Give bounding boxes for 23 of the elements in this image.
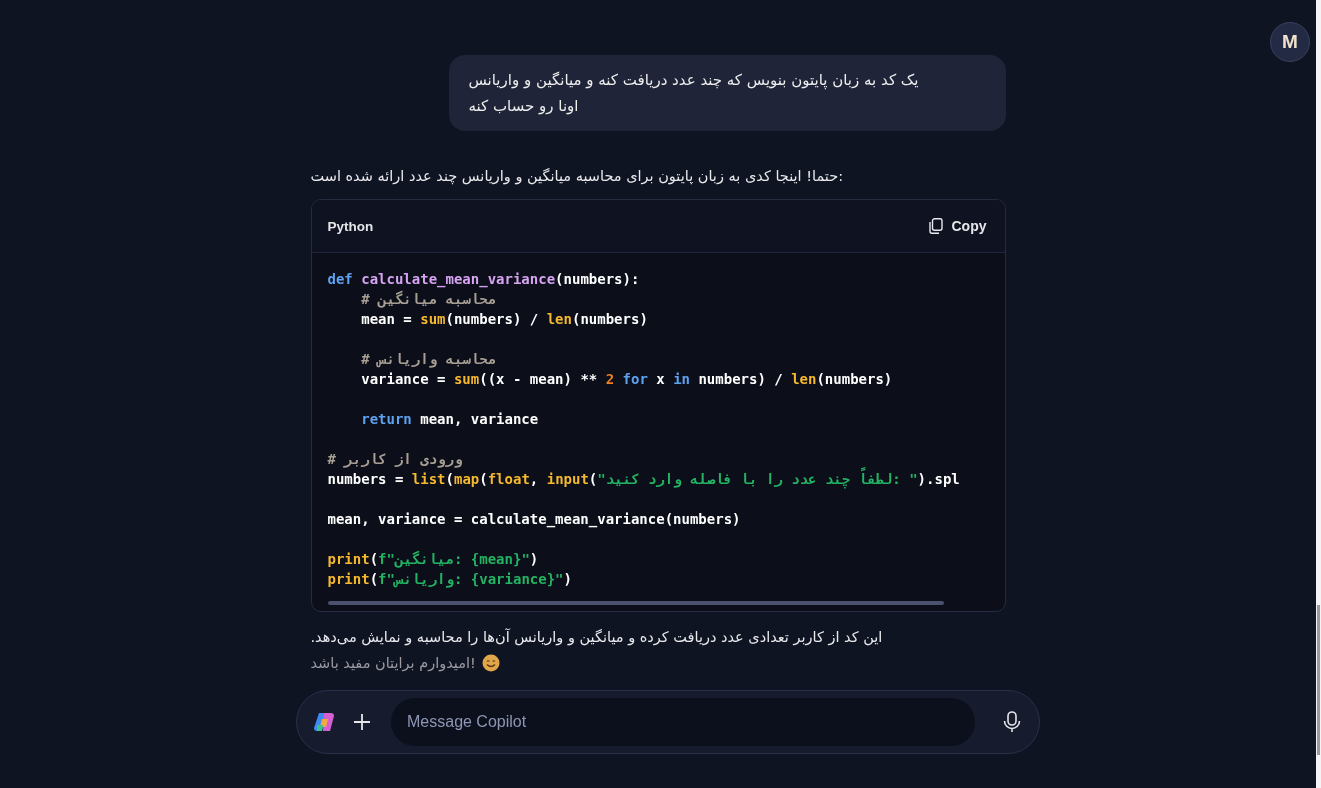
smiley-icon [481, 654, 500, 672]
avatar[interactable]: M [1270, 22, 1310, 62]
scrollbar[interactable] [1316, 0, 1321, 788]
microphone-icon[interactable] [1003, 711, 1021, 733]
copy-icon [928, 218, 943, 234]
user-message: یک کد به زبان پایتون بنویس که چند عدد دریافت کنه و میانگین و واریانس اونا رو حساب کنه [448, 55, 1006, 131]
reply-text: امیدوارم برایتان مفید باشد! [310, 654, 476, 674]
code-line: return mean, variance [360, 410, 539, 429]
code-line: # محاسبه میانگین [360, 289, 497, 309]
language-label: Python [327, 218, 374, 234]
code-line: mean = sum(numbers) / len(numbers) [360, 310, 648, 329]
copy-button[interactable]: Copy [928, 214, 987, 238]
horizontal-scrollbar[interactable] [327, 601, 944, 605]
code-line: # ورودی از کاربر [327, 450, 463, 469]
reply-text: حتما! اینجا کدی به زبان پایتون برای محاسبه میانگین و واریانس چند عدد ارائه شده است: [310, 167, 845, 187]
code-line: # محاسبه واریانس [360, 350, 497, 369]
reply-text: این کد از کاربر تعدادی عدد دریافت کرده و میانگین و واریانس آن‌ها را محاسبه و نمایش می‌دهد. [310, 627, 884, 648]
plus-icon[interactable] [353, 713, 371, 731]
code-line: def calculate_mean_variance(numbers): [327, 270, 640, 289]
code-line: variance = sum((x - mean) ** 2 for x in numbers) / len(numbers) [360, 370, 893, 389]
code-line: mean, variance = calculate_mean_variance(numbers) [327, 510, 741, 529]
copilot-logo-icon[interactable] [313, 711, 337, 733]
message-field[interactable]: Message Copilot [391, 698, 975, 746]
